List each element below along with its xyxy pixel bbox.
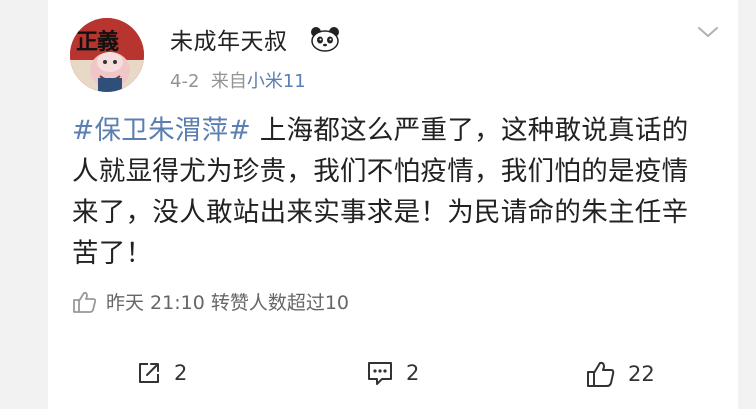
stats-text: 昨天 21:10 转赞人数超过10: [106, 292, 350, 314]
repost-count: 2: [174, 361, 188, 385]
like-button[interactable]: 22: [586, 360, 655, 388]
hashtag-link[interactable]: #保卫朱渭萍#: [72, 115, 251, 146]
comment-icon: [368, 362, 392, 385]
username[interactable]: 未成年天叔: [170, 22, 288, 56]
comment-button[interactable]: 2: [366, 360, 419, 386]
post-meta: 4-2 来自小米11: [170, 67, 306, 93]
repost-icon: [139, 363, 159, 383]
panda-icon: [311, 27, 339, 52]
thumbs-up-outline-icon: [73, 291, 97, 313]
chevron-down-icon[interactable]: [696, 24, 720, 40]
avatar-logo-text: 正義: [76, 29, 119, 55]
post-date: 4-2: [170, 71, 200, 92]
comment-count: 2: [406, 361, 420, 385]
action-bar: 2 2 22: [48, 352, 738, 396]
source-device-link[interactable]: 小米11: [247, 71, 306, 92]
weibo-post-card: 正義 未成年天叔 4-2 来自小米11 #保卫朱渭萍# 上海都这么严重了，这种敢…: [48, 0, 738, 409]
repost-button[interactable]: 2: [136, 360, 187, 386]
like-count: 22: [628, 362, 655, 386]
source-prefix: 来自: [210, 71, 247, 92]
avatar[interactable]: 正義: [70, 18, 144, 92]
post-body: #保卫朱渭萍# 上海都这么严重了，这种敢说真话的人就显得尤为珍贵，我们不怕疫情，…: [72, 110, 712, 274]
thumbs-up-icon: [587, 361, 615, 387]
post-stats: 昨天 21:10 转赞人数超过10: [72, 288, 349, 315]
